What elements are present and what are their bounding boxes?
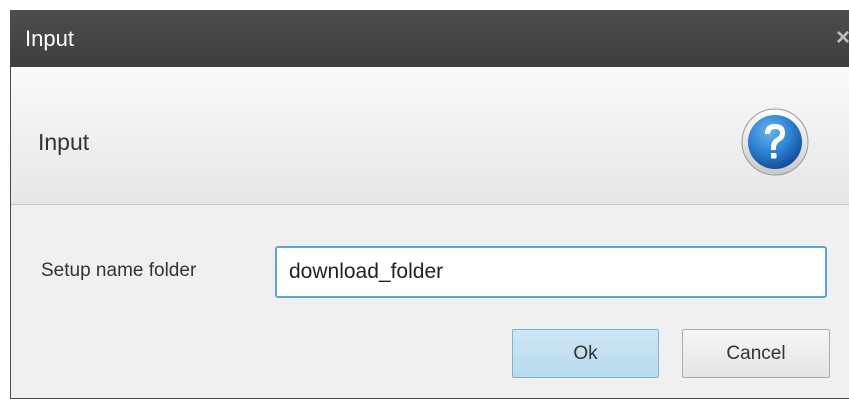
dialog-body: Setup name folder Ok Cancel (11, 205, 849, 398)
folder-name-input[interactable] (275, 246, 827, 298)
dialog-heading: Input (38, 129, 90, 155)
ok-button[interactable]: Ok (512, 329, 659, 378)
window-title: Input (25, 26, 74, 51)
dialog-header: Input (11, 67, 849, 205)
close-icon[interactable]: × (836, 24, 849, 52)
question-icon (741, 108, 809, 176)
input-dialog: Input × Input Setup name folder download… (10, 10, 849, 399)
title-bar[interactable]: Input × (10, 10, 849, 67)
folder-name-label: Setup name folder (41, 260, 197, 281)
cancel-button[interactable]: Cancel (682, 329, 830, 378)
